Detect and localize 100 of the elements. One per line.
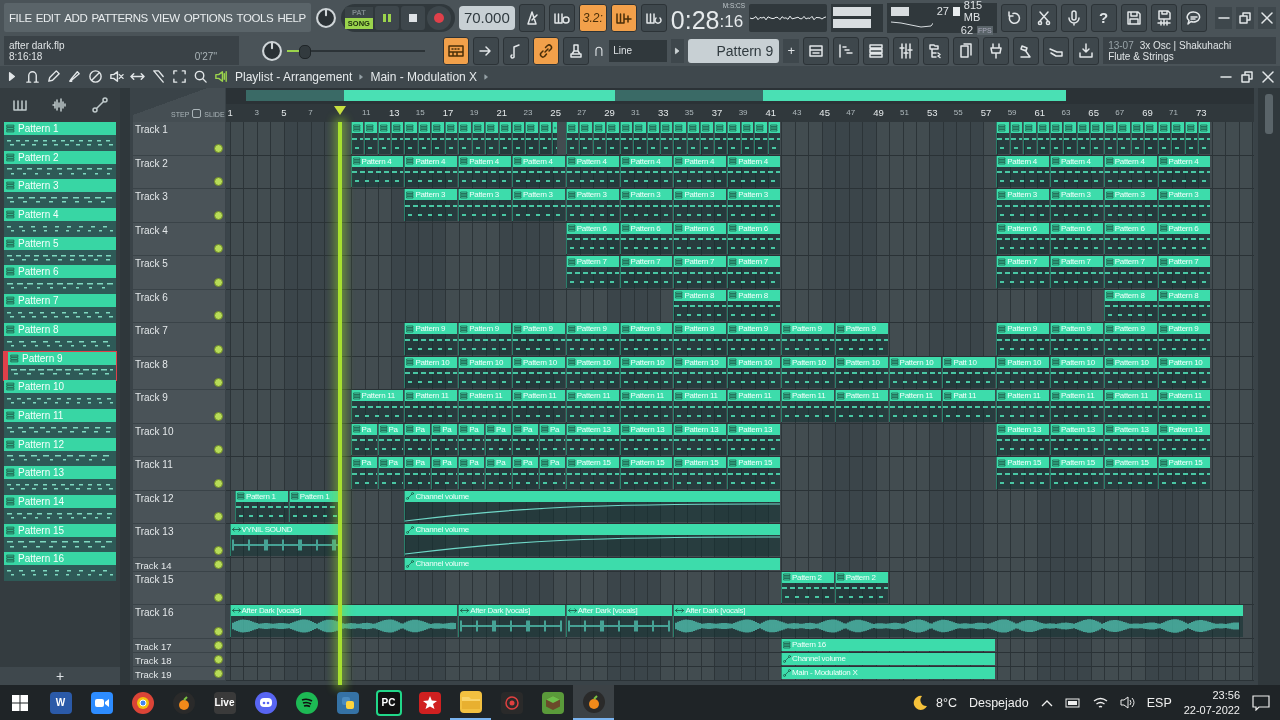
track-lane[interactable]: Pattern 11 Pattern 11 Pattern 11 Pattern 11 Pattern 11 Pattern 11 Pattern 11 Pattern 11 Pattern 11 Pattern 11 Pattern 11 Patt 11 Pattern 11 Pattern 11 Pattern 11 Pattern 11 xyxy=(225,390,1255,424)
pattern-clip[interactable]: Pattern 3 xyxy=(1157,189,1211,221)
pattern-clip[interactable]: Pattern 10 xyxy=(834,356,888,388)
pattern-clip[interactable]: Pattern 9 xyxy=(727,323,780,355)
pattern-clip[interactable]: Pattern 9 xyxy=(458,323,511,355)
arrangement-name[interactable]: Main - Modulation X xyxy=(370,70,478,84)
pattern-selector[interactable]: Pattern 9 xyxy=(688,38,780,63)
help-button[interactable]: ? xyxy=(1090,3,1117,32)
track-lane[interactable]: Pattern 8 Pattern 8 Pattern 8 Pattern 8 xyxy=(225,289,1255,323)
pattern-clip[interactable]: Pattern 11 xyxy=(996,390,1049,422)
pattern-clip[interactable]: Pattern 7 xyxy=(619,256,673,288)
pattern-clip[interactable]: Pattern 8 xyxy=(1103,289,1157,321)
pattern-clip[interactable]: Pattern 11 xyxy=(1050,390,1103,422)
pattern-clip[interactable]: Pattern 3 xyxy=(619,189,673,221)
pattern-clip[interactable]: Pattern 10 xyxy=(565,356,619,388)
pattern-clip[interactable]: Pattern 9 xyxy=(781,323,834,355)
pattern-clip[interactable]: Pattern 6 xyxy=(996,222,1049,254)
timeline-ruler[interactable]: 1 3 5 7 11 13 15 17 19 21 23 25 27 29 31 33 35 37 39 41 43 45 47 49 51 53 55 57 59 61 63 65 67 69 71 73 xyxy=(225,104,1255,122)
pattern-clip[interactable]: Pa xyxy=(538,423,565,455)
pattern-item[interactable]: Pattern 2 xyxy=(4,150,116,180)
pattern-clip[interactable]: Pattern 11 xyxy=(1157,390,1211,422)
menu-item[interactable]: EDIT xyxy=(35,11,61,24)
pattern-item[interactable]: Pattern 12 xyxy=(4,437,116,467)
pattern-clip[interactable]: Pattern 3 xyxy=(1103,189,1157,221)
pattern-clip[interactable]: Pattern 3 xyxy=(404,189,458,221)
track-header[interactable]: Track 5 xyxy=(132,256,225,290)
pattern-clip[interactable]: Pattern 6 xyxy=(727,222,780,254)
pattern-clip[interactable]: Pattern 9 xyxy=(1050,323,1103,355)
pattern-clip[interactable]: Pattern 10 xyxy=(1103,356,1157,388)
pattern-clip[interactable]: Pattern 15 xyxy=(1103,457,1157,489)
pattern-clip[interactable]: Pa xyxy=(404,423,431,455)
pattern-clip[interactable]: Pattern 6 xyxy=(1157,222,1211,254)
track-lane[interactable]: VYNIL SOUND Channel volume xyxy=(225,524,1255,558)
track-header[interactable]: Track 13 xyxy=(132,524,225,558)
pattern-item[interactable]: Pattern 16 xyxy=(4,552,116,581)
pattern-clip[interactable]: Pattern 10 xyxy=(458,356,511,388)
pattern-clip[interactable]: Pattern 10 xyxy=(404,356,458,388)
pattern-clip[interactable]: Pattern 8 xyxy=(673,289,727,321)
pattern-clip[interactable]: Pattern 4 xyxy=(458,155,511,187)
pattern-clip[interactable]: Pattern 15 xyxy=(673,457,727,489)
track-lane[interactable]: Pattern 6 Pattern 6 Pattern 6 Pattern 6 Pattern 6 Pattern 6 Pattern 6 Pattern 6 xyxy=(225,222,1255,256)
pattern-clip[interactable]: Pattern 3 xyxy=(1050,189,1103,221)
pattern-clip[interactable]: Pattern 15 xyxy=(1050,457,1103,489)
menu-item[interactable]: VIEW xyxy=(151,11,180,24)
add-pattern-button[interactable]: + xyxy=(0,667,120,685)
pattern-clip[interactable]: Pa xyxy=(377,423,404,455)
pattern-clip[interactable]: Pa xyxy=(377,457,404,489)
pattern-clip[interactable]: Pattern 7 xyxy=(1157,256,1211,288)
track-header[interactable]: Track 15 xyxy=(132,571,225,605)
pattern-clip[interactable]: Pattern 11 xyxy=(619,390,673,422)
pattern-clip[interactable]: Pattern 9 xyxy=(565,323,619,355)
pattern-clip[interactable]: Pattern 10 xyxy=(512,356,565,388)
pattern-clip[interactable]: Pattern 11 xyxy=(834,390,888,422)
pattern-item[interactable]: Pattern 15 xyxy=(4,523,116,553)
pattern-clip[interactable]: Pattern 13 xyxy=(996,423,1049,455)
pattern-clip[interactable]: Pattern 11 xyxy=(512,390,565,422)
pattern-clip[interactable]: Pattern 4 xyxy=(1157,155,1211,187)
track-lane[interactable]: Pa Pa Pa Pa Pa Pa Pa Pa Pattern 13 Pattern 13 Pattern 13 Pattern 13 Pattern 13 Pattern 13 Pattern 13 Pattern 13 xyxy=(225,423,1255,457)
add-pattern-button[interactable]: + xyxy=(783,38,800,63)
pattern-item[interactable]: Pattern 10 xyxy=(4,380,116,409)
weather-condition[interactable]: Despejado xyxy=(968,695,1029,710)
pattern-clip[interactable]: Pattern 11 xyxy=(404,390,458,422)
pattern-clip[interactable]: Pattern 4 xyxy=(996,155,1049,187)
pattern-clip[interactable]: Pa xyxy=(512,457,538,489)
pattern-clip[interactable]: Pattern 6 xyxy=(619,222,673,254)
pattern-item[interactable]: Pattern 6 xyxy=(4,265,116,295)
menu-item[interactable]: TOOLS xyxy=(236,11,274,24)
pattern-clip[interactable]: Pattern 3 xyxy=(512,189,565,221)
menu-item[interactable]: PATTERNS xyxy=(91,11,148,24)
menu-item[interactable]: OPTIONS xyxy=(183,11,233,24)
pattern-clip[interactable]: Pattern 3 xyxy=(673,189,727,221)
track-header[interactable]: Track 12 xyxy=(132,490,225,524)
pattern-clip[interactable]: Pattern 7 xyxy=(565,256,619,288)
snap-dropdown[interactable]: Line xyxy=(609,39,667,62)
pattern-clip[interactable]: Pa xyxy=(538,457,565,489)
audio-clip[interactable]: After Dark [vocals] xyxy=(458,605,565,637)
track-header[interactable]: Track 8 xyxy=(132,356,225,390)
pattern-clip[interactable]: Pattern 9 xyxy=(673,323,727,355)
taskbar-app-button[interactable]: PC xyxy=(368,685,409,720)
pattern-clip[interactable]: Pa xyxy=(431,457,458,489)
pattern-clip[interactable]: Pattern 13 xyxy=(727,423,780,455)
pattern-clip[interactable]: Pa xyxy=(458,457,485,489)
audio-clip[interactable]: After Dark [vocals] xyxy=(229,605,458,637)
taskbar-app-button[interactable]: Live xyxy=(204,685,245,720)
pattern-clip[interactable]: Pattern 13 xyxy=(1103,423,1157,455)
pattern-clip[interactable]: Pattern 9 xyxy=(1157,323,1211,355)
automation-clip[interactable]: Channel volume xyxy=(404,490,780,522)
pattern-clip[interactable]: Pattern 13 xyxy=(1157,423,1211,455)
pattern-clip[interactable]: Pattern 8 xyxy=(727,289,780,321)
pattern-clip[interactable]: Pattern 10 xyxy=(727,356,780,388)
pattern-clip[interactable]: Pattern 3 xyxy=(565,189,619,221)
track-header[interactable]: Track 1 xyxy=(132,122,225,156)
pattern-clip[interactable]: Pattern 3 xyxy=(727,189,780,221)
pattern-clip[interactable]: Pattern 3 xyxy=(458,189,511,221)
pattern-clip[interactable]: Pattern 13 xyxy=(619,423,673,455)
pattern-clip[interactable]: Pattern 9 xyxy=(834,323,888,355)
pattern-clip[interactable]: Pattern 2 xyxy=(834,571,888,603)
pattern-clip[interactable]: Pattern 6 xyxy=(565,222,619,254)
pattern-clip[interactable]: Pattern 11 xyxy=(458,390,511,422)
track-header[interactable]: Track 2 xyxy=(132,155,225,189)
